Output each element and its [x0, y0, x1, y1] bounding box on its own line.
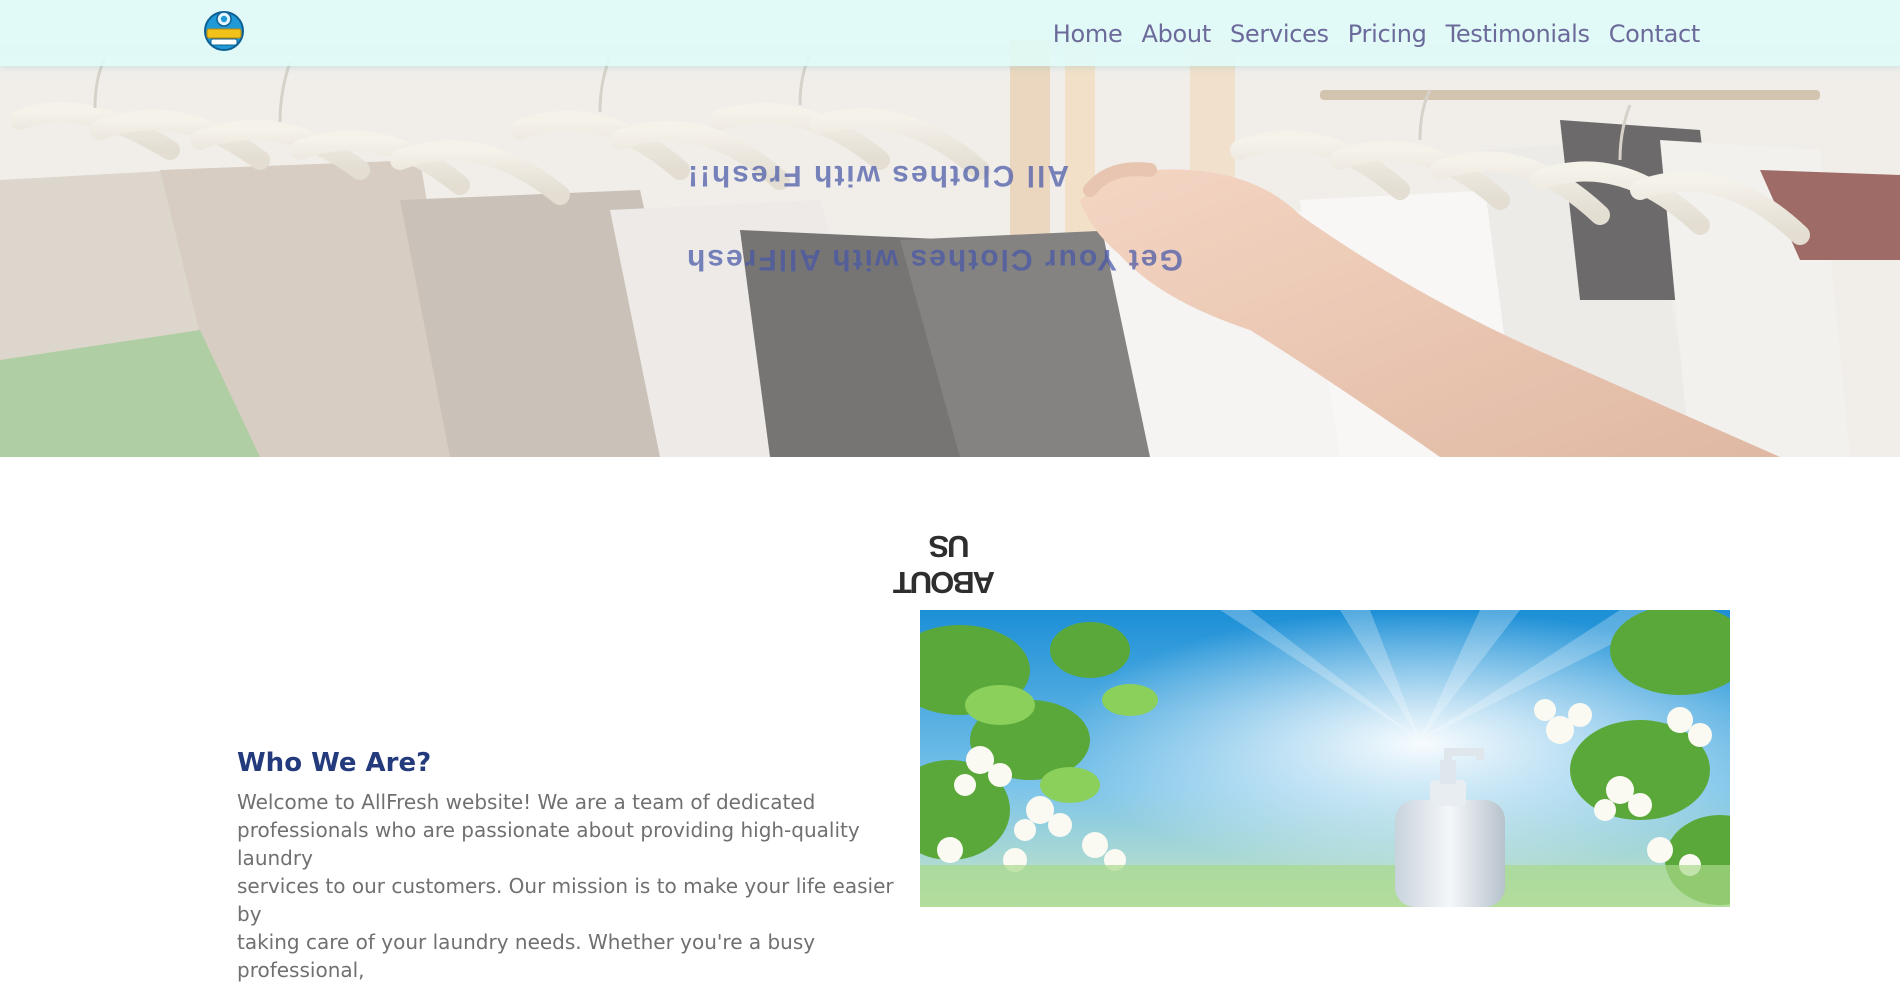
navbar: Home About Services Pricing Testimonials…: [0, 0, 1900, 66]
about-text-block: Who We Are? Welcome to AllFresh website!…: [237, 748, 907, 984]
nav-link-testimonials[interactable]: Testimonials: [1446, 20, 1590, 48]
nav-links: Home About Services Pricing Testimonials…: [1053, 14, 1701, 54]
nav-link-services[interactable]: Services: [1230, 20, 1329, 48]
about-body-line: professionals who are passionate about p…: [237, 818, 860, 870]
hero-overlay: [0, 0, 1900, 457]
hero-section: All Clothes with Fresh!! Get Your Clothe…: [0, 0, 1900, 457]
about-image: [920, 610, 1730, 907]
about-body-line: taking care of your laundry needs. Wheth…: [237, 930, 816, 982]
about-body-line: services to our customers. Our mission i…: [237, 874, 894, 926]
nav-link-home[interactable]: Home: [1053, 20, 1123, 48]
nav-link-pricing[interactable]: Pricing: [1348, 20, 1427, 48]
nav-link-about[interactable]: About: [1141, 20, 1211, 48]
about-body: Welcome to AllFresh website! We are a te…: [237, 788, 907, 984]
hero-subtitle: Get Your Clothes with AllFresh: [685, 243, 1183, 276]
nav-link-contact[interactable]: Contact: [1609, 20, 1701, 48]
about-subtitle: Who We Are?: [237, 748, 432, 778]
hero-title: All Clothes with Fresh!!: [686, 159, 1070, 192]
allfresh-logo[interactable]: [203, 7, 245, 53]
about-heading: ABOUT US: [894, 529, 995, 600]
about-body-line: Welcome to AllFresh website! We are a te…: [237, 790, 816, 814]
